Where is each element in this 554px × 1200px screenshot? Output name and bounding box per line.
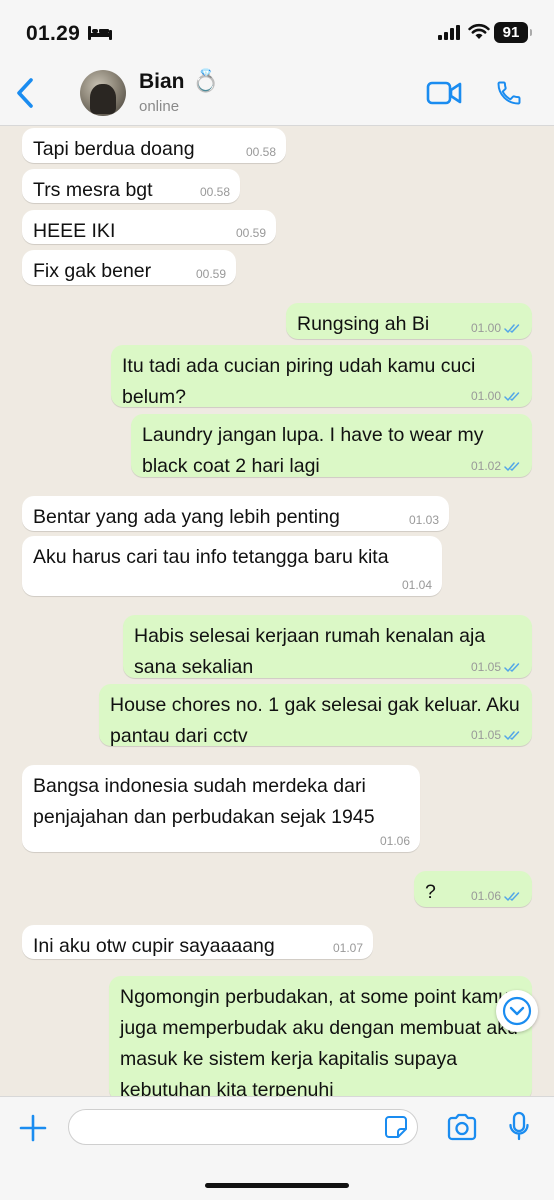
message-meta: 01.06 [380, 834, 410, 848]
message-text: Tapi berdua doang [33, 138, 195, 160]
message-text: Aku harus cari tau info tetangga baru ki… [33, 546, 389, 568]
chat-area[interactable]: Tapi berdua doang 00.58 Trs mesra bgt 00.58… [0, 126, 554, 1096]
signal-icon [438, 25, 460, 40]
message-text: Ngomongin perbudakan, at some point kamu… [120, 986, 518, 1096]
chat-header: Bian 💍 online [0, 62, 554, 126]
incoming-message[interactable]: Tapi berdua doang 00.58 [22, 128, 286, 163]
message-time: 00.59 [235, 226, 266, 240]
phone-icon[interactable] [495, 79, 523, 107]
message-time: 01.04 [401, 578, 432, 592]
back-chevron-icon[interactable] [12, 76, 40, 110]
message-text: Fix gak bener [33, 260, 152, 282]
outgoing-message[interactable]: ? 01.06 [414, 871, 532, 907]
message-time: 01.06 [470, 889, 501, 903]
message-meta: 01.05 [471, 728, 522, 742]
message-time: 01.05 [470, 728, 501, 742]
message-meta: 01.03 [409, 513, 439, 527]
message-meta: 00.58 [200, 185, 230, 199]
message-time: 01.02 [470, 459, 501, 473]
camera-icon[interactable] [446, 1113, 478, 1141]
plus-icon[interactable] [18, 1113, 48, 1143]
read-ticks-icon [504, 663, 520, 673]
wifi-icon [468, 23, 490, 39]
read-ticks-icon [504, 892, 520, 902]
message-text: Habis selesai kerjaan rumah kenalan aja … [134, 625, 486, 678]
message-time: 01.05 [470, 660, 501, 674]
message-text: Rungsing ah Bi [297, 313, 430, 335]
message-text: Trs mesra bgt [33, 179, 153, 201]
message-text: Laundry jangan lupa. I have to wear my b… [142, 424, 484, 477]
message-time: 01.00 [470, 389, 501, 403]
sticker-icon[interactable] [384, 1115, 408, 1139]
message-time: 01.06 [379, 834, 410, 848]
incoming-message[interactable]: Aku harus cari tau info tetangga baru ki… [22, 536, 442, 596]
message-meta: 01.06 [471, 889, 522, 903]
incoming-message[interactable]: HEEE IKI CIUMAN00.59 [22, 210, 276, 273]
message-text: Ini aku otw cupir sayaaaang [33, 935, 275, 957]
scroll-down-button[interactable] [496, 990, 538, 1032]
message-text: Bangsa indonesia sudah merdeka dari penj… [33, 775, 375, 828]
bed-icon [88, 26, 112, 40]
battery-indicator: 91 [494, 22, 532, 43]
input-bar [0, 1096, 554, 1200]
message-time: 01.03 [408, 513, 439, 527]
read-ticks-icon [504, 392, 520, 402]
message-time: 00.58 [245, 145, 276, 159]
message-meta: 00.58 [246, 145, 276, 159]
message-meta: 01.00 [471, 389, 522, 403]
message-text: Bentar yang ada yang lebih penting [33, 506, 340, 528]
video-call-icon[interactable] [426, 81, 462, 105]
message-text: Itu tadi ada cucian piring udah kamu cuc… [122, 355, 476, 408]
outgoing-message[interactable]: Ngomongin perbudakan, at some point kamu… [109, 976, 532, 1096]
incoming-message[interactable]: Bentar yang ada yang lebih penting 01.03 [22, 496, 449, 531]
message-meta: 00.59 [236, 226, 266, 240]
status-time: 01.29 [26, 22, 81, 45]
message-time: 01.07 [332, 941, 363, 955]
incoming-message[interactable]: Ini aku otw cupir sayaaaang 01.07 [22, 925, 373, 959]
message-time: 01.00 [470, 321, 501, 335]
incoming-message[interactable]: Bangsa indonesia sudah merdeka dari penj… [22, 765, 420, 852]
read-ticks-icon [504, 731, 520, 741]
read-ticks-icon [504, 324, 520, 334]
outgoing-message[interactable]: Laundry jangan lupa. I have to wear my b… [131, 414, 532, 477]
outgoing-message[interactable]: Itu tadi ada cucian piring udah kamu cuc… [111, 345, 532, 408]
incoming-message[interactable]: Trs mesra bgt 00.58 [22, 169, 240, 203]
outgoing-message[interactable]: House chores no. 1 gak selesai gak kelua… [99, 684, 532, 747]
message-meta: 01.02 [471, 459, 522, 473]
message-text: ? [425, 881, 436, 903]
incoming-message[interactable]: Fix gak bener 00.59 [22, 250, 236, 285]
outgoing-message[interactable]: Rungsing ah Bi 01.00 [286, 303, 532, 339]
scroll-down-icon [502, 996, 532, 1026]
contact-name[interactable]: Bian [139, 70, 185, 94]
message-meta: 01.05 [471, 660, 522, 674]
message-meta: 01.07 [333, 941, 363, 955]
message-time: 00.58 [199, 185, 230, 199]
message-meta: 01.00 [471, 321, 522, 335]
message-time: 00.59 [195, 267, 226, 281]
presence-status: online [139, 98, 180, 115]
status-bar: 01.29 91 [0, 0, 554, 62]
message-meta: 01.04 [402, 578, 432, 592]
ring-emoji: 💍 [192, 68, 220, 93]
outgoing-message[interactable]: Habis selesai kerjaan rumah kenalan aja … [123, 615, 532, 678]
avatar[interactable] [80, 70, 126, 116]
read-ticks-icon [504, 462, 520, 472]
message-text: House chores no. 1 gak selesai gak kelua… [110, 694, 520, 747]
message-input[interactable] [68, 1109, 418, 1145]
mic-icon[interactable] [509, 1111, 529, 1143]
message-meta: 00.59 [196, 267, 226, 281]
home-indicator [205, 1183, 349, 1188]
